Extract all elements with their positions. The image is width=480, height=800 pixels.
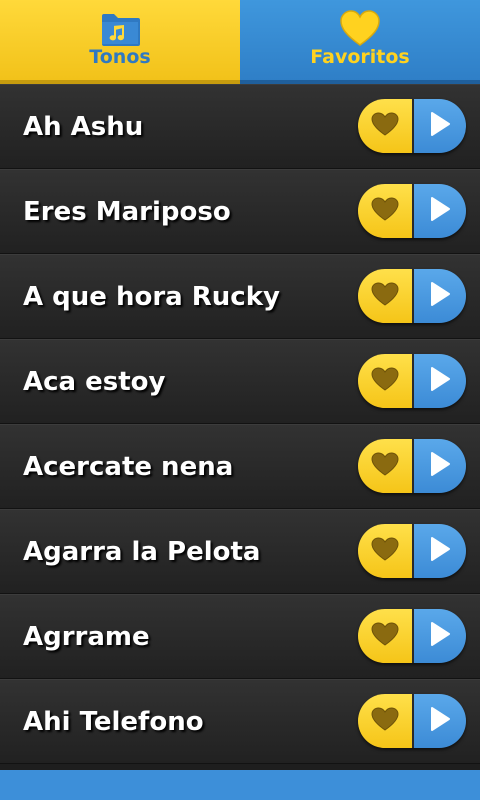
song-actions [358,184,466,238]
song-title: A que hora Rucky [23,282,280,312]
song-actions [358,694,466,748]
tab-bar: Tonos Favoritos [0,0,480,84]
favorite-button[interactable] [358,609,414,663]
play-icon [429,621,451,651]
list-item[interactable]: Agarra la Pelota [0,509,480,594]
play-icon [429,281,451,311]
heart-icon [370,621,400,651]
play-button[interactable] [414,184,466,238]
song-actions [358,99,466,153]
tab-tonos[interactable]: Tonos [0,0,240,84]
play-button[interactable] [414,609,466,663]
tab-favoritos-label: Favoritos [310,46,410,68]
play-icon [429,111,451,141]
play-icon [429,196,451,226]
favorite-button[interactable] [358,439,414,493]
favorite-button[interactable] [358,99,414,153]
heart-icon [370,281,400,311]
play-button[interactable] [414,524,466,578]
heart-icon [370,196,400,226]
list-item[interactable]: A que hora Rucky [0,254,480,339]
play-button[interactable] [414,354,466,408]
play-button[interactable] [414,694,466,748]
play-button[interactable] [414,99,466,153]
favorite-button[interactable] [358,694,414,748]
song-actions [358,269,466,323]
song-actions [358,524,466,578]
play-button[interactable] [414,439,466,493]
play-icon [429,366,451,396]
favorite-button[interactable] [358,184,414,238]
song-title: Agarra la Pelota [23,537,261,567]
play-icon [429,536,451,566]
heart-icon [370,451,400,481]
song-title: Aca estoy [23,367,166,397]
heart-icon [370,536,400,566]
song-actions [358,609,466,663]
list-item[interactable]: Aca estoy [0,339,480,424]
play-icon [429,706,451,736]
song-actions [358,354,466,408]
heart-icon [370,706,400,736]
heart-icon [370,111,400,141]
song-title: Ah Ashu [23,112,144,142]
list-item[interactable]: Agrrame [0,594,480,679]
list-item[interactable]: Eres Mariposo [0,169,480,254]
list-item[interactable]: Ah Ashu [0,84,480,169]
bottom-bar [0,770,480,800]
tab-favoritos[interactable]: Favoritos [240,0,480,84]
favorite-button[interactable] [358,269,414,323]
heart-icon [370,366,400,396]
favorite-button[interactable] [358,354,414,408]
list-item[interactable]: Acercate nena [0,424,480,509]
song-title: Ahi Telefono [23,707,204,737]
song-title: Agrrame [23,622,150,652]
play-button[interactable] [414,269,466,323]
list-item[interactable]: Ahi Telefono [0,679,480,764]
song-title: Eres Mariposo [23,197,231,227]
music-folder-icon [102,14,140,46]
song-actions [358,439,466,493]
favorite-button[interactable] [358,524,414,578]
heart-icon [340,10,380,46]
play-icon [429,451,451,481]
song-list[interactable]: Ah Ashu Eres Mariposo A que hora Rucky Aca … [0,84,480,770]
tab-tonos-label: Tonos [89,46,151,68]
song-title: Acercate nena [23,452,234,482]
